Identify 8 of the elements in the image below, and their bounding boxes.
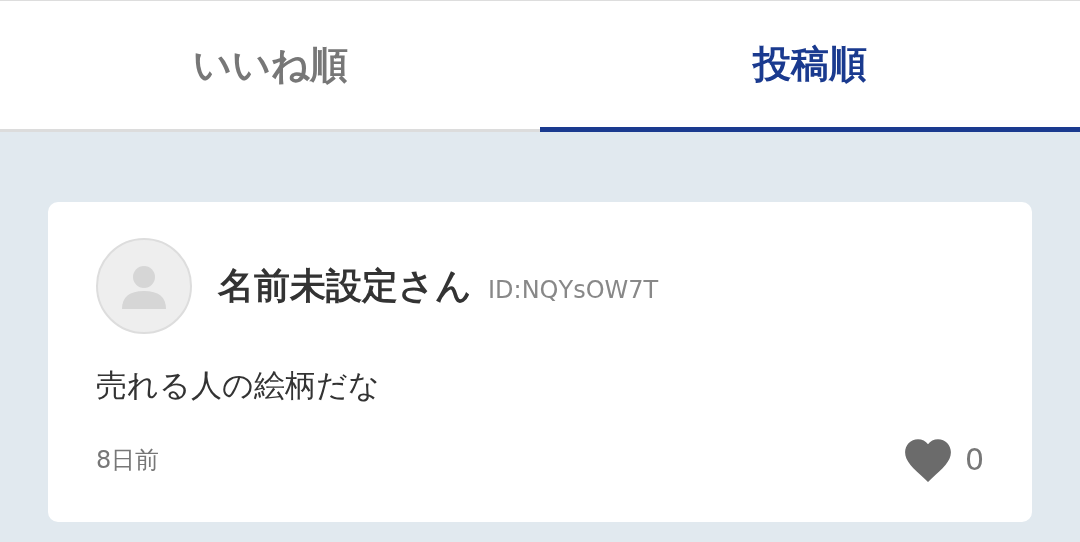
heart-icon[interactable]	[902, 436, 953, 483]
user-id: ID:NQYsOW7T	[488, 275, 659, 306]
sort-tab[interactable]: いいね順	[0, 1, 540, 132]
author-name: 名前未設定さん	[218, 264, 472, 308]
sort-tab[interactable]: 投稿順	[540, 1, 1080, 132]
post-time: 8日前	[96, 444, 160, 476]
like-count: 0	[964, 441, 984, 479]
comment-text: 売れる人の絵柄だな	[96, 366, 381, 405]
